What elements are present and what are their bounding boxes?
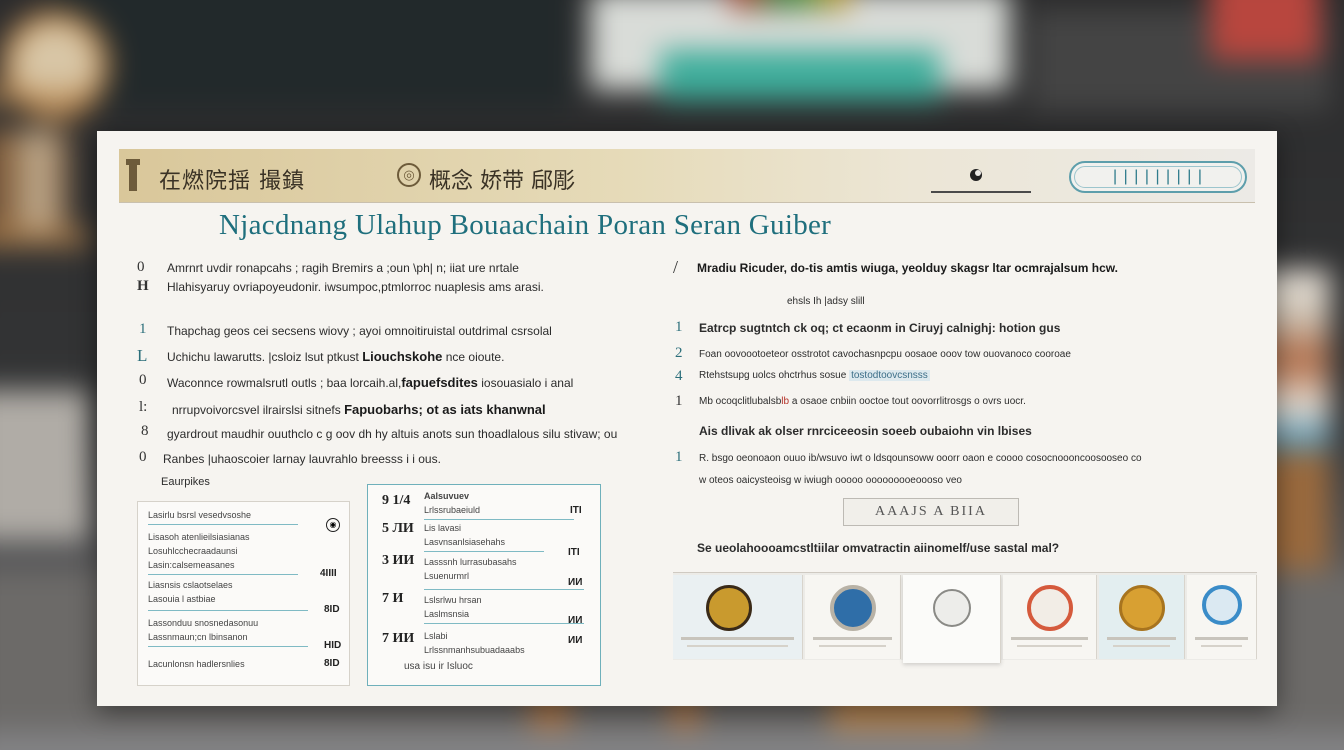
- shield-icon: [1118, 585, 1165, 631]
- item-marker: 1: [675, 393, 683, 409]
- table-row: Lassnmaun;cn lbinsanon: [148, 632, 248, 642]
- badge-pill[interactable]: |||||||||: [1069, 161, 1247, 193]
- table-row: Lrlssnmanhsubuadaaabs: [424, 645, 525, 655]
- table-value: 8ID: [324, 658, 340, 669]
- list-item: w oteos oaicysteoisg w iwiugh ooooo oooo…: [699, 475, 962, 486]
- badge-pill-text: |||||||||: [1074, 166, 1242, 188]
- item-marker: 1: [675, 319, 683, 335]
- table-value: ИИ: [568, 615, 583, 626]
- image-tile[interactable]: [1003, 575, 1097, 659]
- list-item: Rtehstsupg uolcs ohctrhus sosue tostodto…: [699, 370, 930, 381]
- table-row: Lisasoh atenlieilsiasianas: [148, 532, 250, 542]
- item-marker: 2: [675, 345, 683, 361]
- seal-icon: ◎: [397, 163, 421, 187]
- image-tile[interactable]: [805, 575, 901, 659]
- subheading: ehsls Ih |adsy slill: [787, 296, 865, 307]
- lead-paragraph: Mradiu Ricuder, do-tis amtis wiuga, yeol…: [697, 261, 1119, 275]
- table-row: Liasnsis cslaotselaes: [148, 580, 233, 590]
- page-heading: Njacdnang Ulahup Bouaachain Poran Seran …: [219, 209, 832, 241]
- table-row: Laslmsnsia: [424, 609, 470, 619]
- table-row: Lasirlu bsrsl vesedvsoshe: [148, 510, 252, 520]
- intro-line: Amrnrt uvdir ronapcahs ; ragih Bremirs a…: [167, 261, 519, 275]
- coin-icon: [706, 585, 752, 631]
- table-row: Lasssnh lurrasubasahs: [424, 557, 517, 567]
- search-underline: [931, 191, 1031, 193]
- list-item: Thapchag geos cei secsens wiovy ; ayoi o…: [167, 324, 552, 338]
- emphasis-line: Ais dlivak ak olser rnrciceeosin soeeb o…: [699, 424, 1032, 438]
- table-row: Losuhlcchecraadaunsi: [148, 546, 238, 556]
- list-item: Foan oovoootoeteor osstrotot cavochasnpc…: [699, 349, 1071, 360]
- table-row: Lasvnsanlsiasehahs: [424, 537, 506, 547]
- intro-marker: H: [137, 278, 149, 294]
- image-tile[interactable]: [1099, 575, 1185, 659]
- intro-line: Hlahisyaruy ovriapoyeudonir. iwsumpoc,pt…: [167, 280, 544, 294]
- pin-icon: [126, 159, 140, 191]
- table-value: ИИ: [568, 577, 583, 588]
- row-label: 5 ЛИ: [382, 521, 414, 536]
- list-item: gyardrout maudhir ouuthclo c g oov dh hy…: [167, 427, 618, 441]
- table-row: Lis lavasi: [424, 523, 462, 533]
- summary-table-card: Lasirlu bsrsl vesedvsoshe ◉ Lisasoh aten…: [137, 501, 350, 686]
- image-tile[interactable]: [903, 575, 1001, 663]
- table-row: Lrlssrubaeiuld: [424, 505, 481, 515]
- title-text-secondary: 概念 娇带 郈彫: [429, 169, 575, 194]
- row-label: 3 ИИ: [382, 553, 415, 568]
- table-footer: usa isu ir Isluoc: [404, 661, 473, 672]
- search-icon[interactable]: [967, 165, 987, 185]
- table-header: Aalsuvuev: [424, 491, 470, 501]
- table-value: ИИ: [568, 635, 583, 646]
- footer-question: Se ueolahoooamcstltiilar omvatractin aii…: [697, 541, 1060, 555]
- row-label: 7 ИИ: [382, 631, 415, 646]
- row-label: 9 1/4: [382, 493, 411, 508]
- list-item: nrrupvoivorcsvel ilrairslsi sitnefs Fapu…: [172, 402, 546, 417]
- guide-poster: 在燃院揺 撮鎮 ◎ 概念 娇带 郈彫 ||||||||| Njacdnang U…: [97, 131, 1277, 706]
- list-item: Ranbes |uhaoscoier larnay lauvrahlo bree…: [163, 452, 441, 466]
- table-row: Lassonduu snosnedasonuu: [148, 618, 259, 628]
- table-value: ITI: [568, 547, 580, 558]
- item-marker: 1: [675, 449, 683, 465]
- table-row: Lsuenurmrl: [424, 571, 470, 581]
- action-button[interactable]: AAAJS A BIIA: [843, 498, 1019, 526]
- figure-caption: Eaurpikes: [161, 476, 210, 488]
- item-marker: l:: [139, 399, 148, 415]
- table-row: Lasin:calsemeasanes: [148, 560, 235, 570]
- ring-icon: [1201, 585, 1242, 625]
- item-marker: 4: [675, 368, 683, 384]
- badge-icon: [1026, 585, 1073, 631]
- table-value: 8ID: [324, 604, 340, 615]
- measurements-table-card: 9 1/4 5 ЛИ 3 ИИ 7 И 7 ИИ Aalsuvuev Lrlss…: [367, 484, 601, 686]
- image-strip: [673, 572, 1257, 663]
- image-tile[interactable]: [1187, 575, 1257, 659]
- globe-icon: [829, 585, 876, 631]
- item-marker: 0: [139, 372, 147, 388]
- table-value: 4IIII: [320, 568, 337, 579]
- item-marker: L: [137, 346, 148, 365]
- target-icon: ◉: [326, 518, 340, 532]
- title-text: 在燃院揺 撮鎮: [159, 169, 305, 194]
- list-item: Uchichu lawarutts. |csloiz lsut ptkust L…: [167, 349, 505, 364]
- title-bar: 在燃院揺 撮鎮 ◎ 概念 娇带 郈彫 |||||||||: [119, 149, 1255, 203]
- list-item: R. bsgo oeonoaon ouuo ib/wsuvo iwt o lds…: [699, 453, 1142, 464]
- intro-marker: 0: [137, 259, 145, 275]
- list-item: Waconnce rowmalsrutl outls ; baa lorcaih…: [167, 375, 574, 390]
- list-item: Eatrcp sugtntch ck oq; ct ecaonm in Ciru…: [699, 321, 1061, 335]
- table-row: Lslabi: [424, 631, 448, 641]
- table-value: HID: [324, 640, 342, 651]
- item-marker: 0: [139, 449, 147, 465]
- lead-marker: /: [673, 257, 679, 277]
- clock-icon: [932, 589, 971, 627]
- image-tile[interactable]: [673, 575, 803, 659]
- item-marker: 8: [141, 423, 149, 439]
- table-value: ITI: [570, 505, 582, 516]
- row-label: 7 И: [382, 591, 404, 606]
- table-row: Lasouia l astbiae: [148, 594, 216, 604]
- list-item: Mb ocoqclitlubalsblb a osaoe cnbiin ooct…: [699, 396, 1026, 407]
- table-row: Lslsrlwu hrsan: [424, 595, 482, 605]
- item-marker: 1: [139, 321, 147, 337]
- table-row: Lacunlonsn hadlersnlies: [148, 659, 245, 669]
